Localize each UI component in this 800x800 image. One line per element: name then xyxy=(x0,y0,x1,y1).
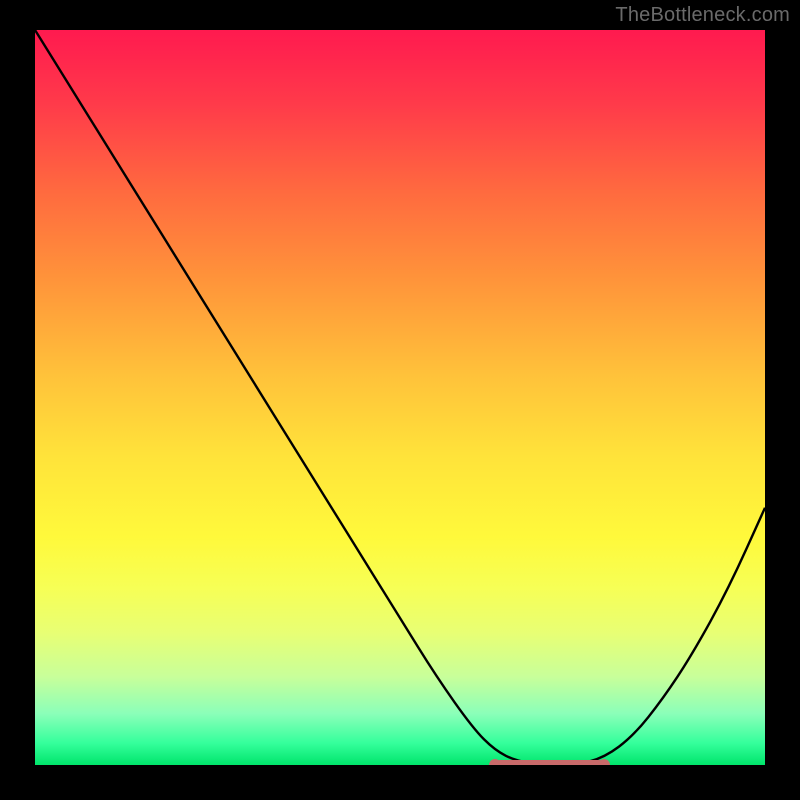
curve-path xyxy=(35,30,765,765)
optimum-marker-dot-left xyxy=(489,759,501,765)
chart-frame: TheBottleneck.com xyxy=(0,0,800,800)
plot-area xyxy=(35,30,765,765)
bottleneck-curve xyxy=(35,30,765,765)
optimum-marker-band xyxy=(495,760,605,765)
watermark-text: TheBottleneck.com xyxy=(615,4,790,27)
